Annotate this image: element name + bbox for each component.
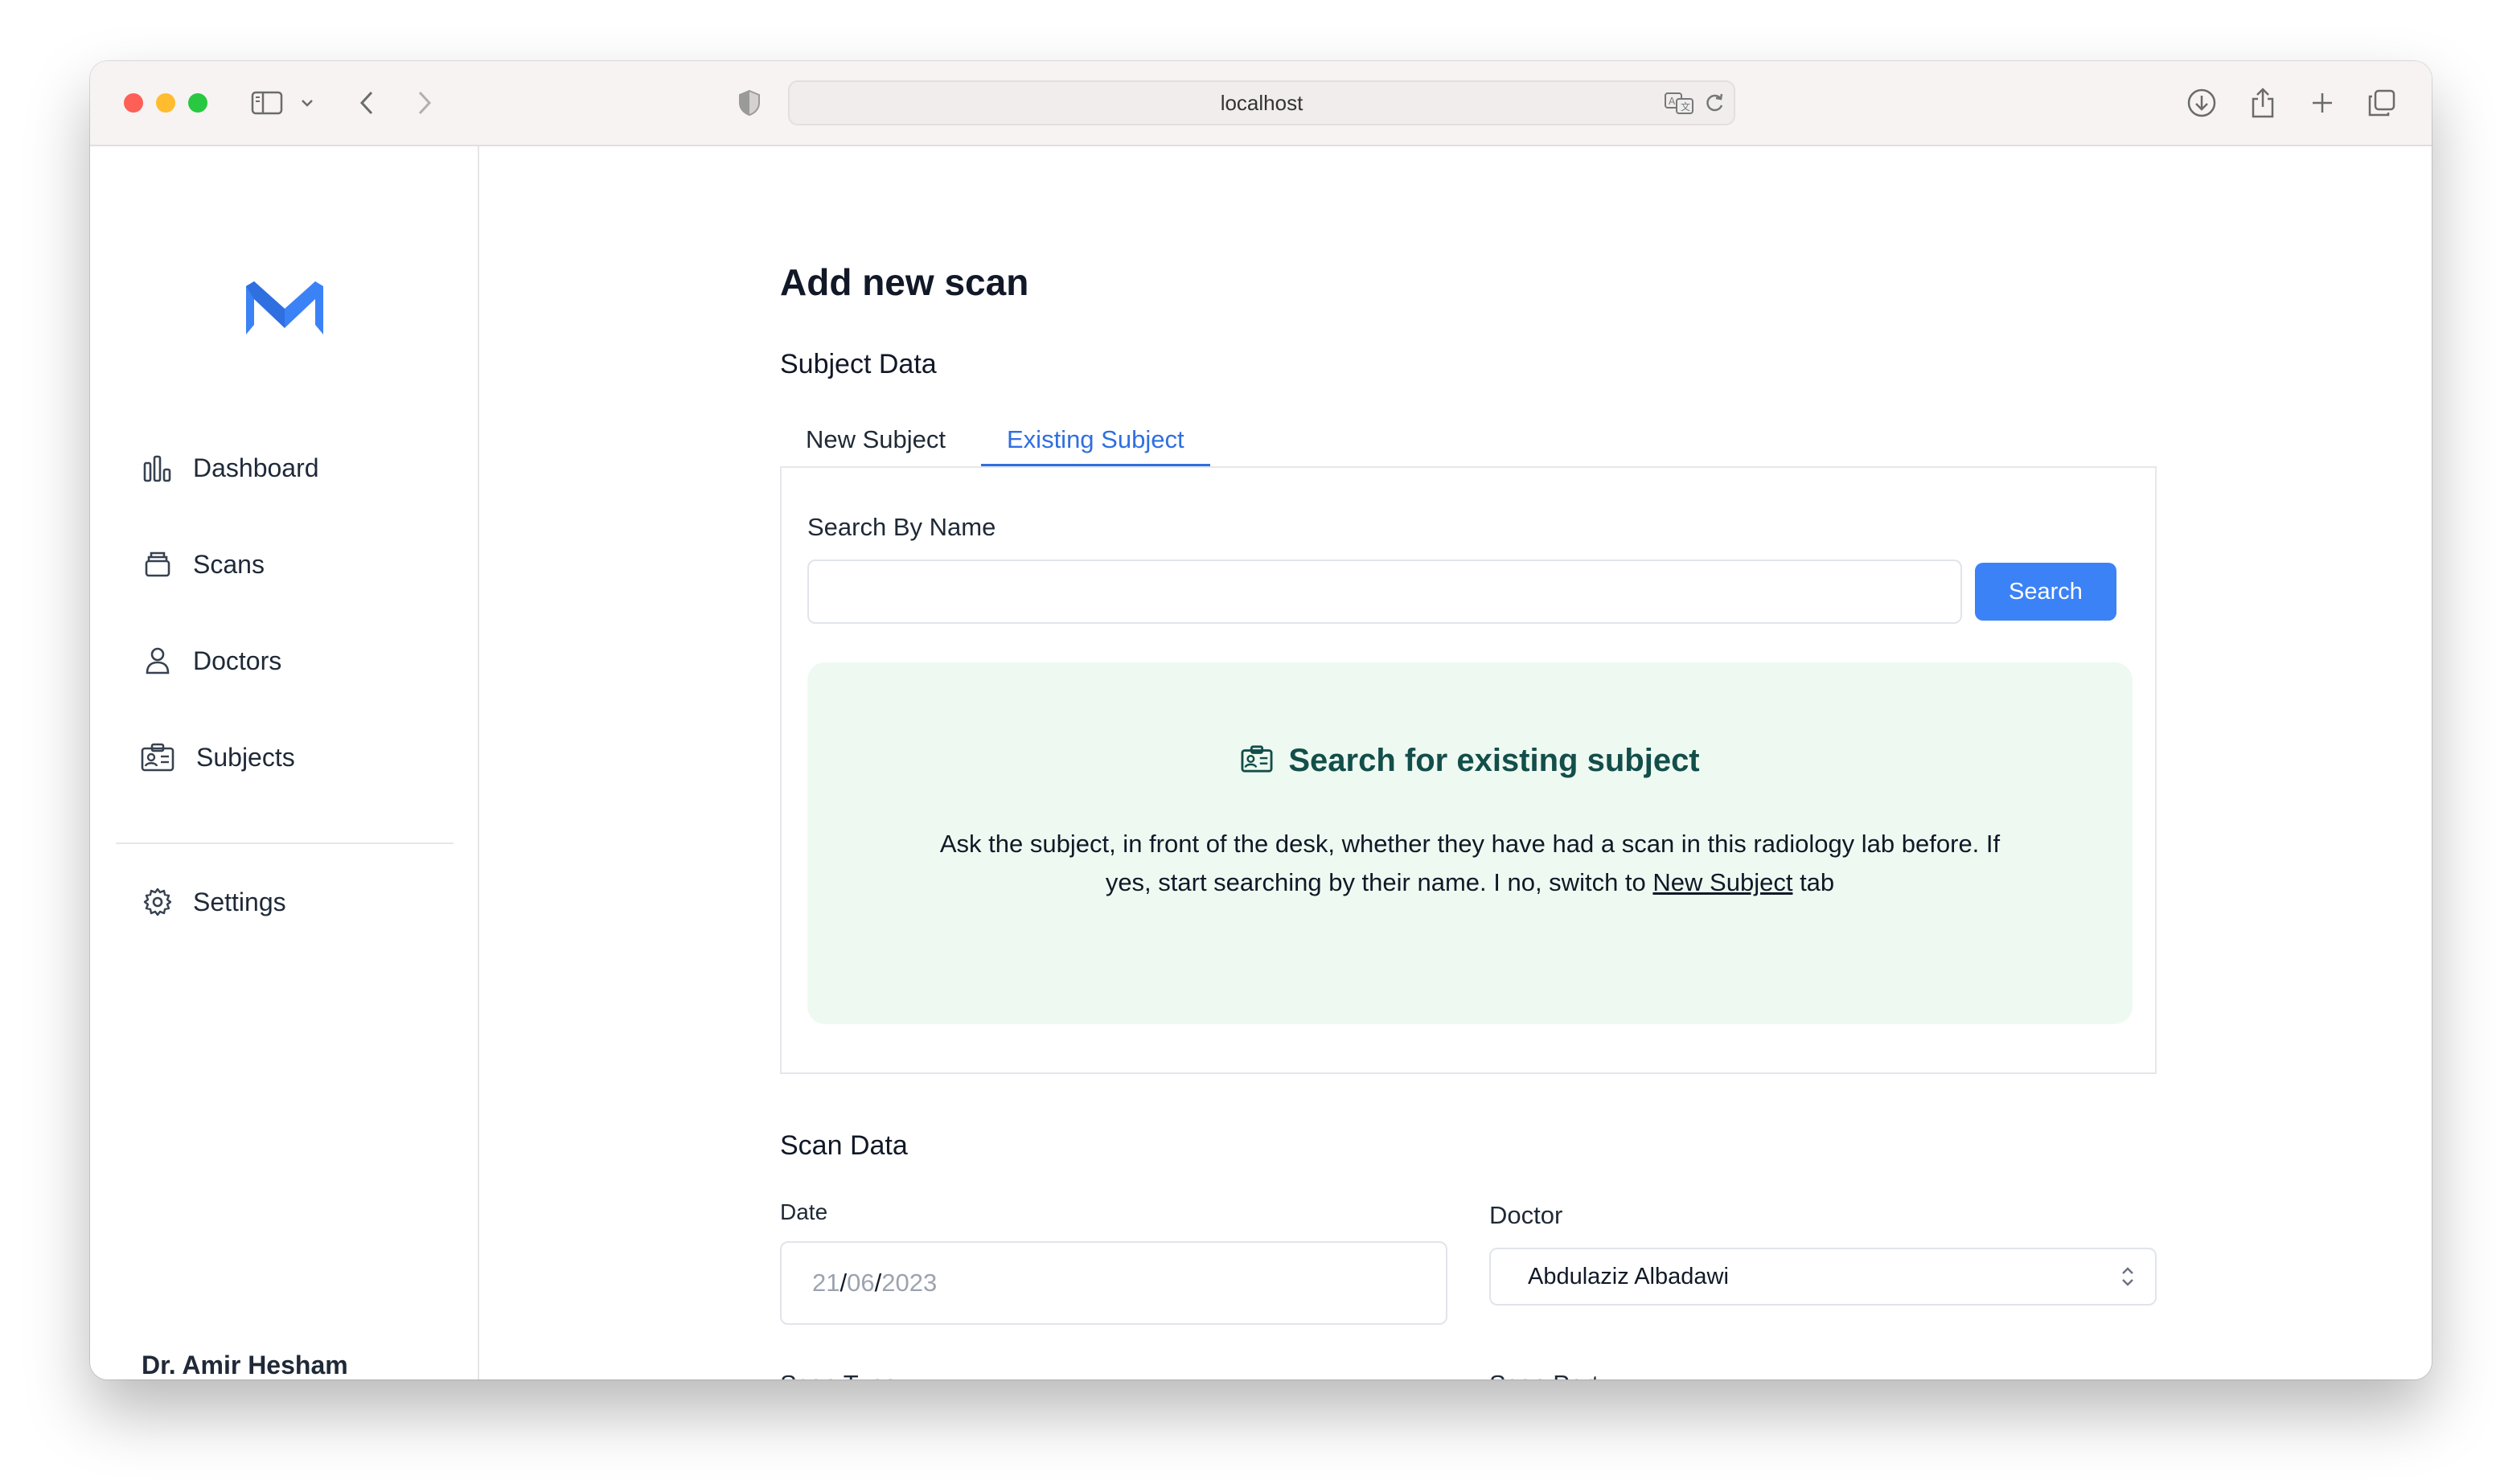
doctor-select[interactable]: Abdulaziz Albadawi xyxy=(1489,1248,2157,1306)
shield-icon[interactable] xyxy=(733,85,766,121)
id-card-icon xyxy=(1240,744,1274,778)
sidebar-item-label: Settings xyxy=(193,887,286,916)
download-icon[interactable] xyxy=(2184,85,2219,121)
page-title: Add new scan xyxy=(780,261,1029,303)
date-day: 21 xyxy=(812,1269,840,1297)
date-month: 06 xyxy=(847,1269,875,1297)
sidebar-item-label: Subjects xyxy=(196,742,295,772)
date-input[interactable]: 21/06/2023 xyxy=(780,1241,1447,1325)
minimize-window-button[interactable] xyxy=(156,93,175,113)
bar-chart-icon xyxy=(140,450,175,486)
tab-new-subject[interactable]: New Subject xyxy=(780,415,971,466)
browser-toolbar: localhost A文 xyxy=(90,61,2432,146)
sidebar: Dashboard Scans Doctors Subjects Setting… xyxy=(90,146,479,1379)
sidebar-item-dashboard[interactable]: Dashboard xyxy=(140,444,445,492)
info-title: Search for existing subject xyxy=(807,743,2133,779)
date-separator: / xyxy=(840,1269,848,1297)
existing-subject-panel: Search By Name Search Search for existin… xyxy=(780,466,2157,1074)
sidebar-toggle-icon[interactable] xyxy=(248,85,286,121)
main-content: Add new scan Subject Data New Subject Ex… xyxy=(481,146,2432,1379)
scan-section-title: Scan Data xyxy=(780,1130,908,1161)
scan-part-label: Scan Part xyxy=(1489,1370,1599,1379)
search-button[interactable]: Search xyxy=(1975,563,2116,621)
date-label: Date xyxy=(780,1199,828,1224)
layers-icon xyxy=(140,547,175,582)
sidebar-item-scans[interactable]: Scans xyxy=(140,540,445,588)
date-year: 2023 xyxy=(881,1269,938,1297)
sidebar-item-doctors[interactable]: Doctors xyxy=(140,637,445,685)
share-icon[interactable] xyxy=(2245,85,2280,121)
info-text-suffix: tab xyxy=(1800,868,1835,896)
sidebar-item-label: Dashboard xyxy=(193,453,319,482)
sidebar-divider xyxy=(116,842,454,844)
doctor-selected-value: Abdulaziz Albadawi xyxy=(1528,1264,1729,1289)
new-subject-link[interactable]: New Subject xyxy=(1652,868,1792,896)
forward-icon[interactable] xyxy=(408,85,441,121)
reload-icon[interactable] xyxy=(1700,85,1729,121)
zoom-window-button[interactable] xyxy=(188,93,207,113)
svg-text:A: A xyxy=(1669,96,1676,107)
sidebar-item-label: Scans xyxy=(193,549,265,579)
user-icon xyxy=(140,643,175,678)
sidebar-item-subjects[interactable]: Subjects xyxy=(140,733,445,781)
back-icon[interactable] xyxy=(351,85,383,121)
info-title-text: Search for existing subject xyxy=(1288,743,1700,778)
scan-type-label: Scan Type xyxy=(780,1370,897,1379)
select-arrows-icon xyxy=(2120,1264,2136,1293)
info-box: Search for existing subject Ask the subj… xyxy=(807,662,2133,1024)
sidebar-item-settings[interactable]: Settings xyxy=(140,878,445,926)
info-text-body: Ask the subject, in front of the desk, w… xyxy=(939,830,2001,896)
id-card-icon xyxy=(140,740,175,775)
svg-text:文: 文 xyxy=(1681,100,1690,113)
sidebar-item-label: Doctors xyxy=(193,646,282,675)
translate-icon[interactable]: A文 xyxy=(1661,85,1697,121)
new-tab-icon[interactable] xyxy=(2305,85,2340,121)
user-name: Dr. Amir Hesham xyxy=(142,1351,348,1379)
info-text: Ask the subject, in front of the desk, w… xyxy=(928,825,2012,902)
chevron-down-icon[interactable] xyxy=(298,85,317,121)
gear-icon xyxy=(140,884,175,920)
address-bar[interactable]: localhost A文 xyxy=(788,80,1735,125)
date-separator: / xyxy=(874,1269,882,1297)
close-window-button[interactable] xyxy=(124,93,143,113)
browser-window: localhost A文 Dashboard Scans Doctors Sub… xyxy=(90,61,2432,1379)
search-label: Search By Name xyxy=(807,513,996,541)
doctor-label: Doctor xyxy=(1489,1201,1563,1229)
subject-section-title: Subject Data xyxy=(780,349,937,379)
search-input[interactable] xyxy=(807,560,1962,624)
date-value: 21/06/2023 xyxy=(812,1243,937,1323)
tab-overview-icon[interactable] xyxy=(2364,85,2400,121)
app-logo[interactable] xyxy=(246,278,323,340)
url-text: localhost xyxy=(1220,91,1303,115)
tab-existing-subject[interactable]: Existing Subject xyxy=(981,415,1210,466)
